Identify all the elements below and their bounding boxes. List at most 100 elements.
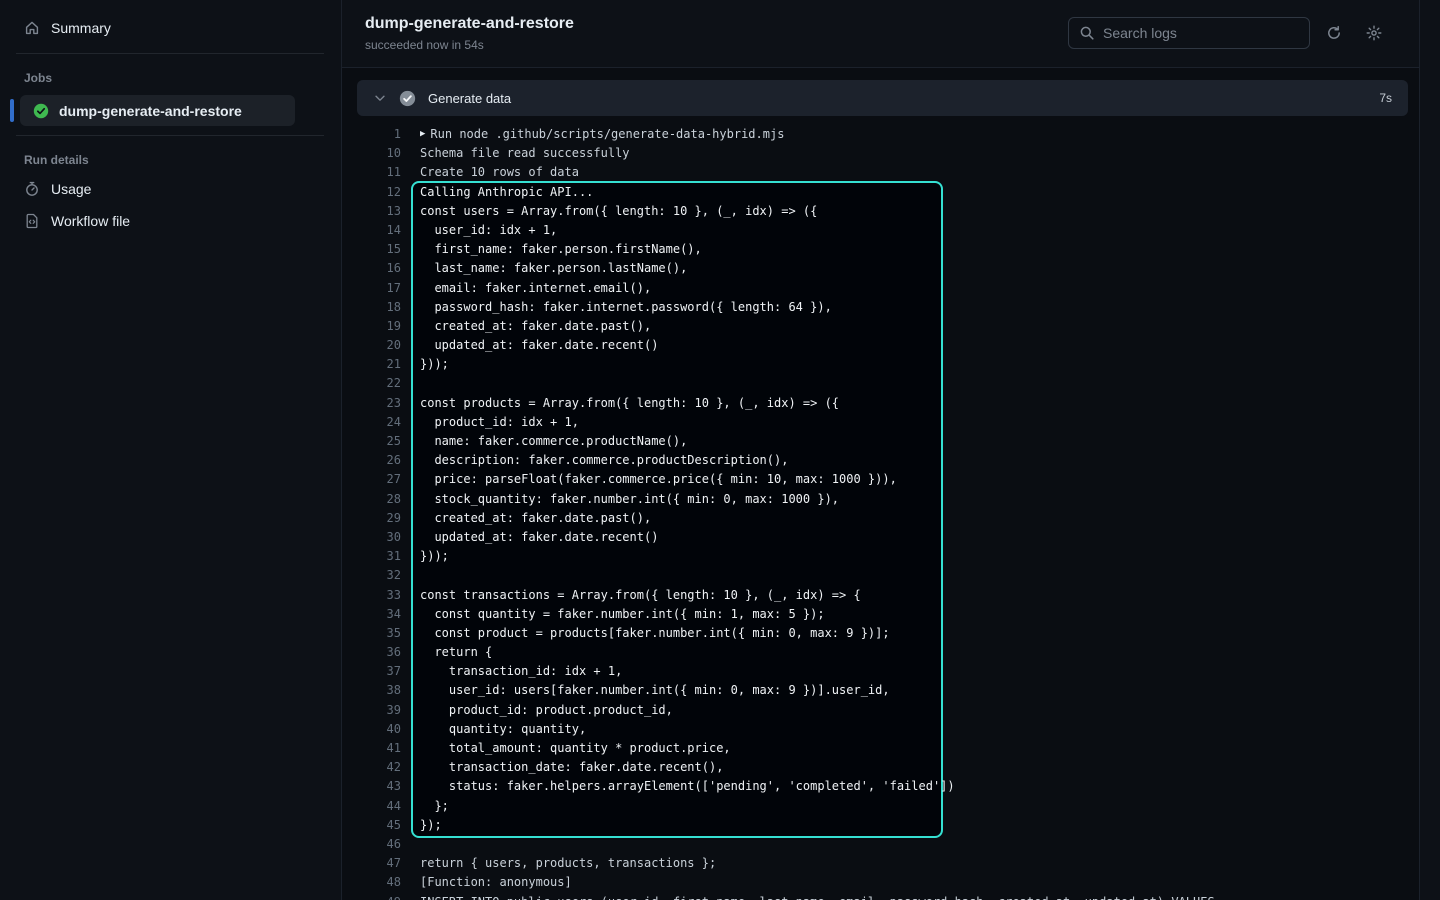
log-line[interactable]: 10 Schema file read successfully	[342, 144, 1421, 163]
line-number[interactable]: 23	[342, 394, 401, 413]
line-number[interactable]: 37	[342, 662, 401, 681]
line-number[interactable]: 20	[342, 336, 401, 355]
log-text: user_id: users[faker.number.int({ min: 0…	[401, 681, 890, 700]
line-number[interactable]: 18	[342, 298, 401, 317]
log-line[interactable]: 32	[342, 566, 1421, 585]
log-line[interactable]: 1 ▶ Run node .github/scripts/generate-da…	[342, 125, 1421, 144]
sidebar-item-label: Usage	[51, 181, 91, 197]
line-number[interactable]: 38	[342, 681, 401, 700]
line-number[interactable]: 13	[342, 202, 401, 221]
log-line[interactable]: 41 total_amount: quantity * product.pric…	[342, 739, 1421, 758]
line-number[interactable]: 10	[342, 144, 401, 163]
line-number[interactable]: 30	[342, 528, 401, 547]
chevron-down-icon[interactable]	[373, 91, 387, 105]
log-highlight-group: 12 Calling Anthropic API... 13 const use…	[342, 183, 1421, 835]
line-number[interactable]: 49	[342, 893, 401, 900]
line-number[interactable]: 36	[342, 643, 401, 662]
line-number[interactable]: 32	[342, 566, 401, 585]
line-number[interactable]: 21	[342, 355, 401, 374]
log-line[interactable]: 37 transaction_id: idx + 1,	[342, 662, 1421, 681]
line-number[interactable]: 31	[342, 547, 401, 566]
line-number[interactable]: 12	[342, 183, 401, 202]
line-number[interactable]: 24	[342, 413, 401, 432]
log-line[interactable]: 33 const transactions = Array.from({ len…	[342, 586, 1421, 605]
line-number[interactable]: 26	[342, 451, 401, 470]
line-number[interactable]: 45	[342, 816, 401, 835]
line-number[interactable]: 48	[342, 873, 401, 892]
header-controls	[1068, 17, 1390, 49]
refresh-button[interactable]	[1318, 17, 1350, 49]
sidebar-item-workflow-file[interactable]: Workflow file	[0, 205, 340, 237]
log-line[interactable]: 13 const users = Array.from({ length: 10…	[342, 202, 1421, 221]
log-line[interactable]: 28 stock_quantity: faker.number.int({ mi…	[342, 490, 1421, 509]
log-line[interactable]: 18 password_hash: faker.internet.passwor…	[342, 298, 1421, 317]
log-line[interactable]: 49 INSERT INTO public.users (user_id, fi…	[342, 893, 1421, 900]
line-number[interactable]: 19	[342, 317, 401, 336]
log-line[interactable]: 16 last_name: faker.person.lastName(),	[342, 259, 1421, 278]
search-input[interactable]	[1103, 25, 1299, 41]
log-line[interactable]: 15 first_name: faker.person.firstName(),	[342, 240, 1421, 259]
line-number[interactable]: 40	[342, 720, 401, 739]
sidebar-item-summary[interactable]: Summary	[0, 12, 340, 44]
expander-icon[interactable]: ▶	[401, 125, 430, 144]
log-line[interactable]: 25 name: faker.commerce.productName(),	[342, 432, 1421, 451]
line-number[interactable]: 42	[342, 758, 401, 777]
log-text: Run node .github/scripts/generate-data-h…	[430, 125, 784, 144]
line-number[interactable]: 1	[342, 125, 401, 144]
log-line[interactable]: 19 created_at: faker.date.past(),	[342, 317, 1421, 336]
log-line[interactable]: 30 updated_at: faker.date.recent()	[342, 528, 1421, 547]
line-number[interactable]: 34	[342, 605, 401, 624]
log-line[interactable]: 47 return { users, products, transaction…	[342, 854, 1421, 873]
log-line[interactable]: 11 Create 10 rows of data	[342, 163, 1421, 182]
log-line[interactable]: 36 return {	[342, 643, 1421, 662]
log-text: return {	[401, 643, 492, 662]
log-text: last_name: faker.person.lastName(),	[401, 259, 687, 278]
line-number[interactable]: 47	[342, 854, 401, 873]
log-line[interactable]: 38 user_id: users[faker.number.int({ min…	[342, 681, 1421, 700]
step-duration: 7s	[1379, 91, 1392, 105]
line-number[interactable]: 41	[342, 739, 401, 758]
line-number[interactable]: 27	[342, 470, 401, 489]
log-line[interactable]: 14 user_id: idx + 1,	[342, 221, 1421, 240]
log-line[interactable]: 48 [Function: anonymous]	[342, 873, 1421, 892]
line-number[interactable]: 25	[342, 432, 401, 451]
log-line[interactable]: 45 });	[342, 816, 1421, 835]
log-line[interactable]: 44 };	[342, 797, 1421, 816]
log-line[interactable]: 12 Calling Anthropic API...	[342, 183, 1421, 202]
log-line[interactable]: 35 const product = products[faker.number…	[342, 624, 1421, 643]
log-line[interactable]: 27 price: parseFloat(faker.commerce.pric…	[342, 470, 1421, 489]
line-number[interactable]: 43	[342, 777, 401, 796]
line-number[interactable]: 33	[342, 586, 401, 605]
log-line[interactable]: 22	[342, 374, 1421, 393]
line-number[interactable]: 39	[342, 701, 401, 720]
line-number[interactable]: 44	[342, 797, 401, 816]
line-number[interactable]: 16	[342, 259, 401, 278]
log-line[interactable]: 40 quantity: quantity,	[342, 720, 1421, 739]
line-number[interactable]: 22	[342, 374, 401, 393]
line-number[interactable]: 35	[342, 624, 401, 643]
line-number[interactable]: 17	[342, 279, 401, 298]
log-line[interactable]: 24 product_id: idx + 1,	[342, 413, 1421, 432]
log-line[interactable]: 20 updated_at: faker.date.recent()	[342, 336, 1421, 355]
line-number[interactable]: 14	[342, 221, 401, 240]
line-number[interactable]: 15	[342, 240, 401, 259]
log-line[interactable]: 21 }));	[342, 355, 1421, 374]
sidebar-item-job[interactable]: dump-generate-and-restore	[20, 95, 295, 126]
log-text: [Function: anonymous]	[401, 873, 572, 892]
log-line[interactable]: 42 transaction_date: faker.date.recent()…	[342, 758, 1421, 777]
log-line[interactable]: 43 status: faker.helpers.arrayElement(['…	[342, 777, 1421, 796]
line-number[interactable]: 29	[342, 509, 401, 528]
settings-button[interactable]	[1358, 17, 1390, 49]
log-line[interactable]: 17 email: faker.internet.email(),	[342, 279, 1421, 298]
step-header-generate-data[interactable]: Generate data 7s	[357, 80, 1408, 116]
log-line[interactable]: 26 description: faker.commerce.productDe…	[342, 451, 1421, 470]
log-line[interactable]: 23 const products = Array.from({ length:…	[342, 394, 1421, 413]
log-line[interactable]: 29 created_at: faker.date.past(),	[342, 509, 1421, 528]
log-line[interactable]: 34 const quantity = faker.number.int({ m…	[342, 605, 1421, 624]
log-line[interactable]: 31 }));	[342, 547, 1421, 566]
line-number[interactable]: 46	[342, 835, 401, 854]
line-number[interactable]: 11	[342, 163, 401, 182]
sidebar-item-usage[interactable]: Usage	[0, 173, 340, 205]
line-number[interactable]: 28	[342, 490, 401, 509]
log-line[interactable]: 39 product_id: product.product_id,	[342, 701, 1421, 720]
